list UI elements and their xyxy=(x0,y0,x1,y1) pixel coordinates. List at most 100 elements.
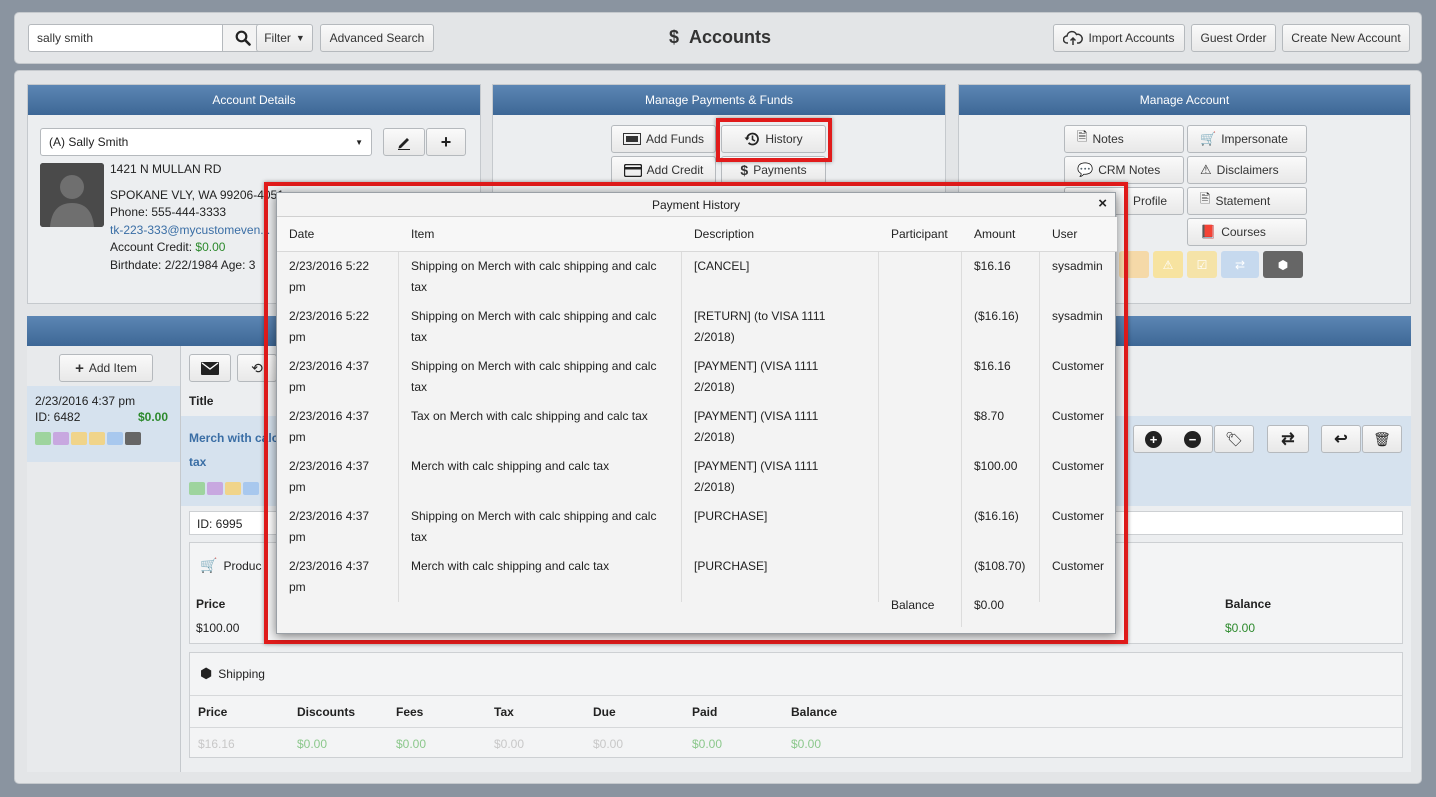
tag-button[interactable]: 🏷 xyxy=(1214,425,1254,453)
email-link[interactable]: tk-223-333@mycustomeven... xyxy=(110,222,284,240)
credit-card-icon xyxy=(623,163,642,177)
search-icon xyxy=(235,30,251,46)
notes-label: Notes xyxy=(1092,132,1124,146)
add-funds-button[interactable]: Add Funds xyxy=(611,125,716,153)
guest-order-button[interactable]: Guest Order xyxy=(1191,24,1276,52)
birthdate: Birthdate: 2/22/1984 Age: 3 xyxy=(110,257,256,272)
plus-circle-icon[interactable]: + xyxy=(1145,430,1162,448)
cell-date: 2/23/2016 4:37 pm xyxy=(289,459,370,494)
ship-val-balance: $0.00 xyxy=(791,737,822,751)
edit-account-button[interactable] xyxy=(383,128,425,156)
ship-val-paid: $0.00 xyxy=(692,737,723,751)
col-date: Date xyxy=(289,227,315,241)
cell-amount: $100.00 xyxy=(974,459,1018,473)
add-account-button[interactable]: + xyxy=(426,128,466,156)
statement-label: Statement xyxy=(1215,194,1271,208)
dollar-icon: $ xyxy=(740,162,749,178)
credit-value: $0.00 xyxy=(195,240,226,254)
status-icon xyxy=(243,482,259,495)
ship-val-price: $16.16 xyxy=(198,737,235,751)
cell-user: sysadmin xyxy=(1052,259,1103,273)
email-button[interactable] xyxy=(189,354,231,382)
disclaimers-button[interactable]: ⚠ Disclaimers xyxy=(1187,156,1307,184)
cell-user: Customer xyxy=(1052,509,1105,523)
statement-button[interactable]: 🖹 Statement xyxy=(1187,187,1307,215)
cell-item: Shipping on Merch with calc shipping and… xyxy=(411,309,657,344)
table-row: 2/23/2016 4:37 pm Merch with calc shippin… xyxy=(277,452,1117,502)
envelope-icon xyxy=(201,361,219,375)
add-credit-button[interactable]: Add Credit xyxy=(611,156,716,184)
box-icon xyxy=(125,432,141,445)
account-select-value: (A) Sally Smith xyxy=(49,135,129,149)
tag-icon: 🏷 xyxy=(1225,430,1243,447)
account-select[interactable]: (A) Sally Smith ▼ xyxy=(40,128,372,156)
status-icon xyxy=(107,432,123,445)
impersonate-button[interactable]: 🛒 Impersonate xyxy=(1187,125,1307,153)
item-title-link-cont[interactable]: tax xyxy=(189,455,206,469)
add-item-button[interactable]: + Add Item xyxy=(59,354,153,382)
balance-value: $0.00 xyxy=(1225,621,1256,635)
filter-button[interactable]: Filter ▼ xyxy=(256,24,313,52)
order-id: ID: 6482 xyxy=(35,410,81,424)
order-list-item[interactable]: 2/23/2016 4:37 pm ID: 6482 $0.00 xyxy=(27,386,180,462)
plus-icon: + xyxy=(75,359,84,377)
cell-item: Tax on Merch with calc shipping and calc… xyxy=(411,409,648,423)
modal-title: Payment History xyxy=(651,197,741,212)
pencil-icon xyxy=(398,138,410,150)
table-row: 2/23/2016 5:22 pm Shipping on Merch with … xyxy=(277,302,1117,352)
ship-col-due: Due xyxy=(593,705,616,719)
minus-circle-icon[interactable]: − xyxy=(1184,430,1201,448)
cell-date: 2/23/2016 4:37 pm xyxy=(289,409,370,444)
close-icon[interactable]: × xyxy=(1098,195,1107,212)
ship-col-fees: Fees xyxy=(396,705,424,719)
col-user: User xyxy=(1052,227,1078,241)
comments-icon: 💬 xyxy=(1077,162,1094,177)
history-icon: ⟲ xyxy=(251,359,263,376)
table-header: Date Item Description Participant Amount… xyxy=(277,217,1117,252)
ship-val-discounts: $0.00 xyxy=(297,737,328,751)
delete-button[interactable]: 🗑 xyxy=(1362,425,1402,453)
create-account-button[interactable]: Create New Account xyxy=(1282,24,1410,52)
return-button[interactable]: ↩ xyxy=(1321,425,1361,453)
cell-item: Shipping on Merch with calc shipping and… xyxy=(411,509,657,544)
add-funds-label: Add Funds xyxy=(645,132,705,146)
status-icon xyxy=(225,482,241,495)
account-credit: Account Credit: $0.00 xyxy=(110,239,284,257)
quantity-controls: + − xyxy=(1133,425,1213,453)
exchange-button[interactable]: ⇄ xyxy=(1267,425,1309,453)
advanced-search-button[interactable]: Advanced Search xyxy=(320,24,434,52)
price-value: $100.00 xyxy=(196,621,240,635)
table-row: 2/23/2016 4:37 pm Tax on Merch with calc … xyxy=(277,402,1117,452)
caret-down-icon: ▼ xyxy=(355,137,363,147)
title-column-header: Title xyxy=(189,394,214,408)
return-icon: ↩ xyxy=(1334,431,1348,448)
phone: Phone: 555-444-3333 xyxy=(110,205,227,219)
courses-button[interactable]: 📕 Courses xyxy=(1187,218,1307,246)
search-input[interactable] xyxy=(29,25,222,51)
account-details-header: Account Details xyxy=(28,85,480,115)
cart-icon: 🛒 xyxy=(200,557,218,573)
payments-header: Manage Payments & Funds xyxy=(493,85,945,115)
status-icon xyxy=(35,432,51,445)
cell-item: Shipping on Merch with calc shipping and… xyxy=(411,259,657,294)
cell-description: [PURCHASE] xyxy=(694,509,768,523)
address-line-2: SPOKANE VLY, WA 99206-4051 xyxy=(110,187,284,202)
cell-description: [PAYMENT] (VISA 1111 2/2018) xyxy=(694,409,819,444)
import-accounts-button[interactable]: Import Accounts xyxy=(1053,24,1185,52)
cell-description: [PAYMENT] (VISA 1111 2/2018) xyxy=(694,459,819,494)
balance-header: Balance xyxy=(1225,597,1272,611)
filter-label: Filter xyxy=(264,31,291,45)
cell-user: Customer xyxy=(1052,559,1105,573)
cell-description: [PURCHASE] xyxy=(694,559,768,573)
create-account-label: Create New Account xyxy=(1291,31,1401,45)
payments-label: Payments xyxy=(753,163,807,177)
search-box xyxy=(28,24,263,52)
history-button-highlight xyxy=(716,118,832,162)
cell-amount: $16.16 xyxy=(974,359,1011,373)
crm-notes-button[interactable]: 💬 CRM Notes xyxy=(1064,156,1184,184)
status-icon xyxy=(53,432,69,445)
notes-button[interactable]: 🗎 Notes xyxy=(1064,125,1184,153)
box-icon[interactable]: ⬢ xyxy=(1263,251,1303,278)
ship-col-tax: Tax xyxy=(494,705,514,719)
cloud-upload-icon xyxy=(1063,30,1084,45)
